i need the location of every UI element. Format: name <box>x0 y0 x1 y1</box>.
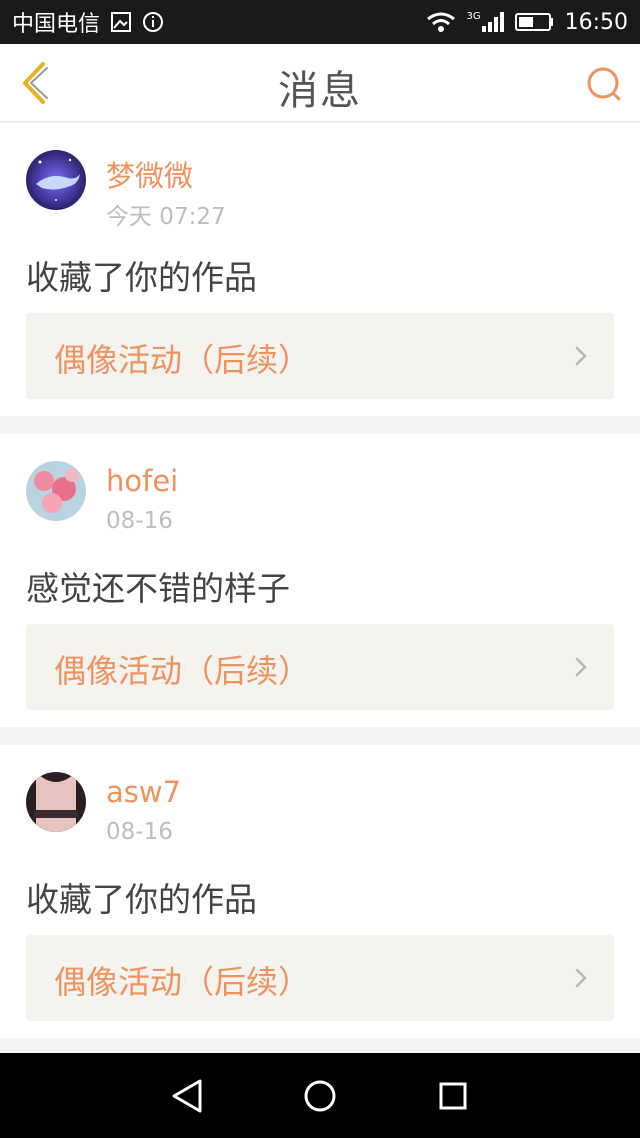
image-icon <box>110 11 132 33</box>
info-icon <box>142 11 164 33</box>
chevron-right-icon <box>575 968 587 988</box>
triangle-back-icon <box>172 1079 202 1112</box>
battery-icon <box>514 11 555 33</box>
circle-home-icon <box>304 1080 336 1111</box>
avatar[interactable] <box>26 461 86 521</box>
work-title: 偶像活动（后续） <box>54 652 311 690</box>
app-header: 消息 <box>0 44 640 122</box>
timestamp: 08-16 <box>106 508 173 534</box>
nav-recents-button[interactable] <box>423 1066 483 1126</box>
work-link[interactable]: 偶像活动（后续） <box>26 313 614 399</box>
divider <box>0 416 640 434</box>
nav-home-button[interactable] <box>290 1066 350 1126</box>
navigation-bar <box>0 1053 640 1138</box>
message-text: 收藏了你的作品 <box>26 258 257 297</box>
search-icon <box>587 67 621 101</box>
timestamp: 今天 07:27 <box>106 204 226 230</box>
carrier-label: 中国电信 <box>12 12 101 37</box>
message-card: hofei 08-16 感觉还不错的样子 偶像活动（后续） <box>0 434 640 727</box>
work-link[interactable]: 偶像活动（后续） <box>26 935 614 1021</box>
timestamp: 08-16 <box>106 819 173 845</box>
message-card: asw7 08-16 收藏了你的作品 偶像活动（后续） <box>0 745 640 1038</box>
chevron-right-icon <box>575 346 587 366</box>
username[interactable]: hofei <box>106 464 178 498</box>
username[interactable]: 梦微微 <box>106 153 193 195</box>
chevron-right-icon <box>575 657 587 677</box>
avatar[interactable] <box>26 772 86 832</box>
divider <box>0 727 640 745</box>
status-bar: 中国电信 3G 16:50 <box>0 0 640 44</box>
message-text: 收藏了你的作品 <box>26 880 257 919</box>
message-list: 梦微微 今天 07:27 收藏了你的作品 偶像活动（后续） hofei 08-1… <box>0 123 640 1056</box>
network-type-label: 3G <box>466 11 481 22</box>
signal-icon: 3G <box>466 11 504 33</box>
search-button[interactable] <box>584 64 624 104</box>
clock: 16:50 <box>564 9 628 35</box>
wifi-icon <box>426 11 456 33</box>
nav-back-button[interactable] <box>157 1066 217 1126</box>
square-recents-icon <box>439 1082 467 1109</box>
username[interactable]: asw7 <box>106 775 181 809</box>
work-title: 偶像活动（后续） <box>54 341 311 379</box>
page-title: 消息 <box>278 68 362 114</box>
message-card: 梦微微 今天 07:27 收藏了你的作品 偶像活动（后续） <box>0 123 640 416</box>
work-link[interactable]: 偶像活动（后续） <box>26 624 614 710</box>
avatar[interactable] <box>26 150 86 210</box>
work-title: 偶像活动（后续） <box>54 963 311 1001</box>
message-text: 感觉还不错的样子 <box>26 569 290 608</box>
